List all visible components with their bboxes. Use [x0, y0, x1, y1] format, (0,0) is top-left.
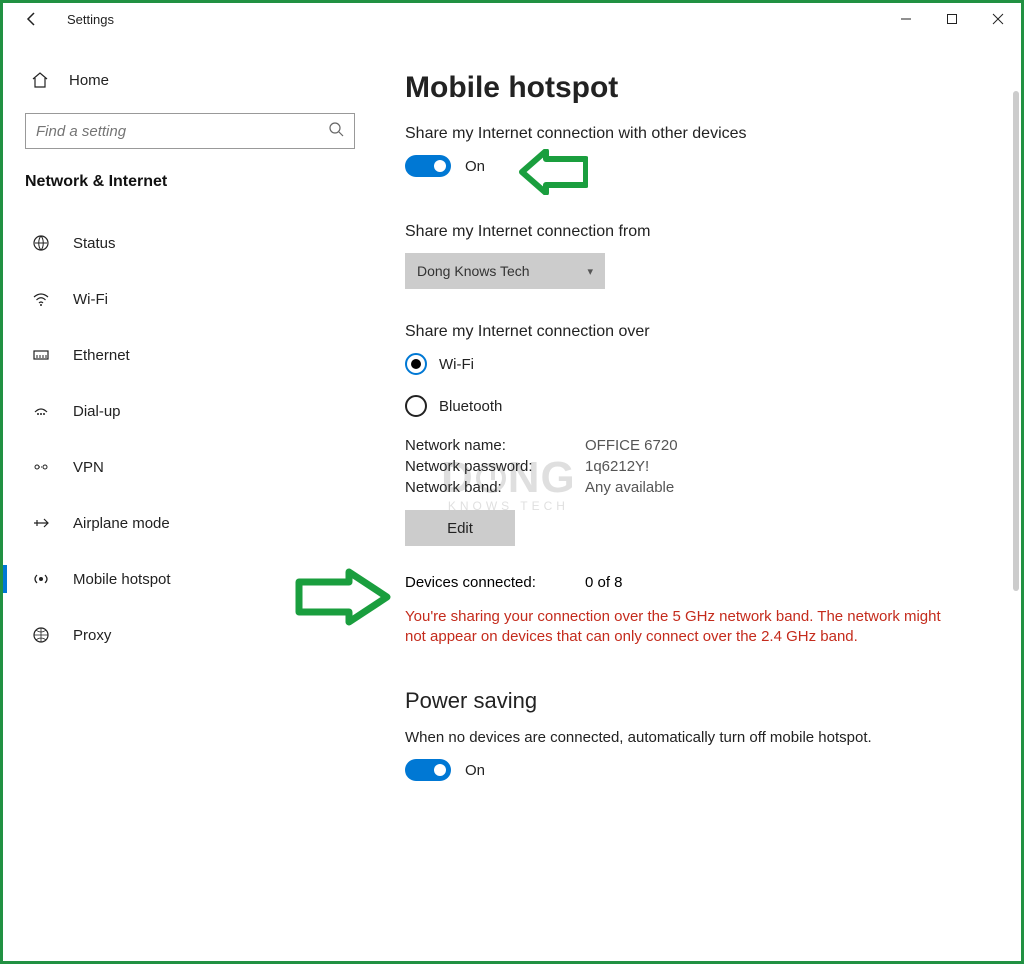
hotspot-icon [31, 569, 51, 589]
sidebar-item-label: Status [73, 235, 116, 252]
powersave-desc: When no devices are connected, automatic… [405, 728, 945, 748]
search-field[interactable] [36, 123, 328, 140]
sidebar-item-label: VPN [73, 459, 104, 476]
network-pass-value: 1q6212Y! [585, 458, 649, 475]
sidebar-item-label: Airplane mode [73, 515, 170, 532]
from-value: Dong Knows Tech [417, 263, 530, 279]
from-label: Share my Internet connection from [405, 223, 991, 241]
wifi-icon [31, 289, 51, 309]
band-warning: You're sharing your connection over the … [405, 607, 965, 648]
devices-value: 0 of 8 [585, 574, 623, 591]
main-content: Mobile hotspot Share my Internet connect… [391, 35, 1021, 961]
from-dropdown[interactable]: Dong Knows Tech ▾ [405, 253, 605, 289]
sidebar-item-airplane[interactable]: Airplane mode [25, 495, 371, 551]
back-icon[interactable] [21, 8, 43, 30]
window-title: Settings [67, 12, 114, 27]
close-button[interactable] [975, 3, 1021, 35]
radio-bluetooth-label: Bluetooth [439, 398, 502, 415]
powersave-toggle-state: On [465, 762, 485, 779]
edit-button[interactable]: Edit [405, 510, 515, 546]
radio-bluetooth[interactable]: Bluetooth [405, 395, 991, 417]
sidebar-item-status[interactable]: Status [25, 215, 371, 271]
airplane-icon [31, 513, 51, 533]
over-label: Share my Internet connection over [405, 323, 991, 341]
powersave-heading: Power saving [405, 688, 991, 714]
radio-icon [405, 353, 427, 375]
devices-key: Devices connected: [405, 574, 585, 591]
annotation-arrow-icon [518, 149, 588, 195]
search-icon [328, 121, 344, 142]
titlebar: Settings [3, 3, 1021, 35]
scrollbar[interactable] [1013, 91, 1019, 591]
network-band-value: Any available [585, 479, 674, 496]
proxy-icon [31, 625, 51, 645]
radio-wifi-label: Wi-Fi [439, 356, 474, 373]
search-input[interactable] [25, 113, 355, 149]
annotation-arrow-icon [293, 568, 393, 626]
sidebar-item-vpn[interactable]: VPN [25, 439, 371, 495]
network-name-value: OFFICE 6720 [585, 437, 678, 454]
minimize-button[interactable] [883, 3, 929, 35]
ethernet-icon [31, 345, 51, 365]
status-icon [31, 233, 51, 253]
sidebar: Home Network & Internet Status Wi-Fi Eth… [3, 35, 391, 961]
powersave-toggle[interactable] [405, 759, 451, 781]
sidebar-item-ethernet[interactable]: Ethernet [25, 327, 371, 383]
radio-wifi[interactable]: Wi-Fi [405, 353, 991, 375]
radio-icon [405, 395, 427, 417]
network-pass-key: Network password: [405, 458, 585, 475]
sidebar-item-label: Ethernet [73, 347, 130, 364]
network-band-key: Network band: [405, 479, 585, 496]
sidebar-item-dialup[interactable]: Dial-up [25, 383, 371, 439]
sidebar-item-label: Dial-up [73, 403, 121, 420]
share-toggle[interactable] [405, 155, 451, 177]
maximize-button[interactable] [929, 3, 975, 35]
home-icon [29, 69, 51, 91]
sidebar-item-label: Wi-Fi [73, 291, 108, 308]
share-label: Share my Internet connection with other … [405, 125, 991, 143]
home-link[interactable]: Home [25, 55, 371, 105]
sidebar-item-wifi[interactable]: Wi-Fi [25, 271, 371, 327]
network-name-key: Network name: [405, 437, 585, 454]
sidebar-item-label: Proxy [73, 627, 111, 644]
share-toggle-state: On [465, 158, 485, 175]
sidebar-item-label: Mobile hotspot [73, 571, 171, 588]
page-title: Mobile hotspot [405, 71, 991, 105]
vpn-icon [31, 457, 51, 477]
home-label: Home [69, 72, 109, 89]
category-heading: Network & Internet [25, 173, 371, 191]
chevron-down-icon: ▾ [587, 265, 593, 278]
dialup-icon [31, 401, 51, 421]
